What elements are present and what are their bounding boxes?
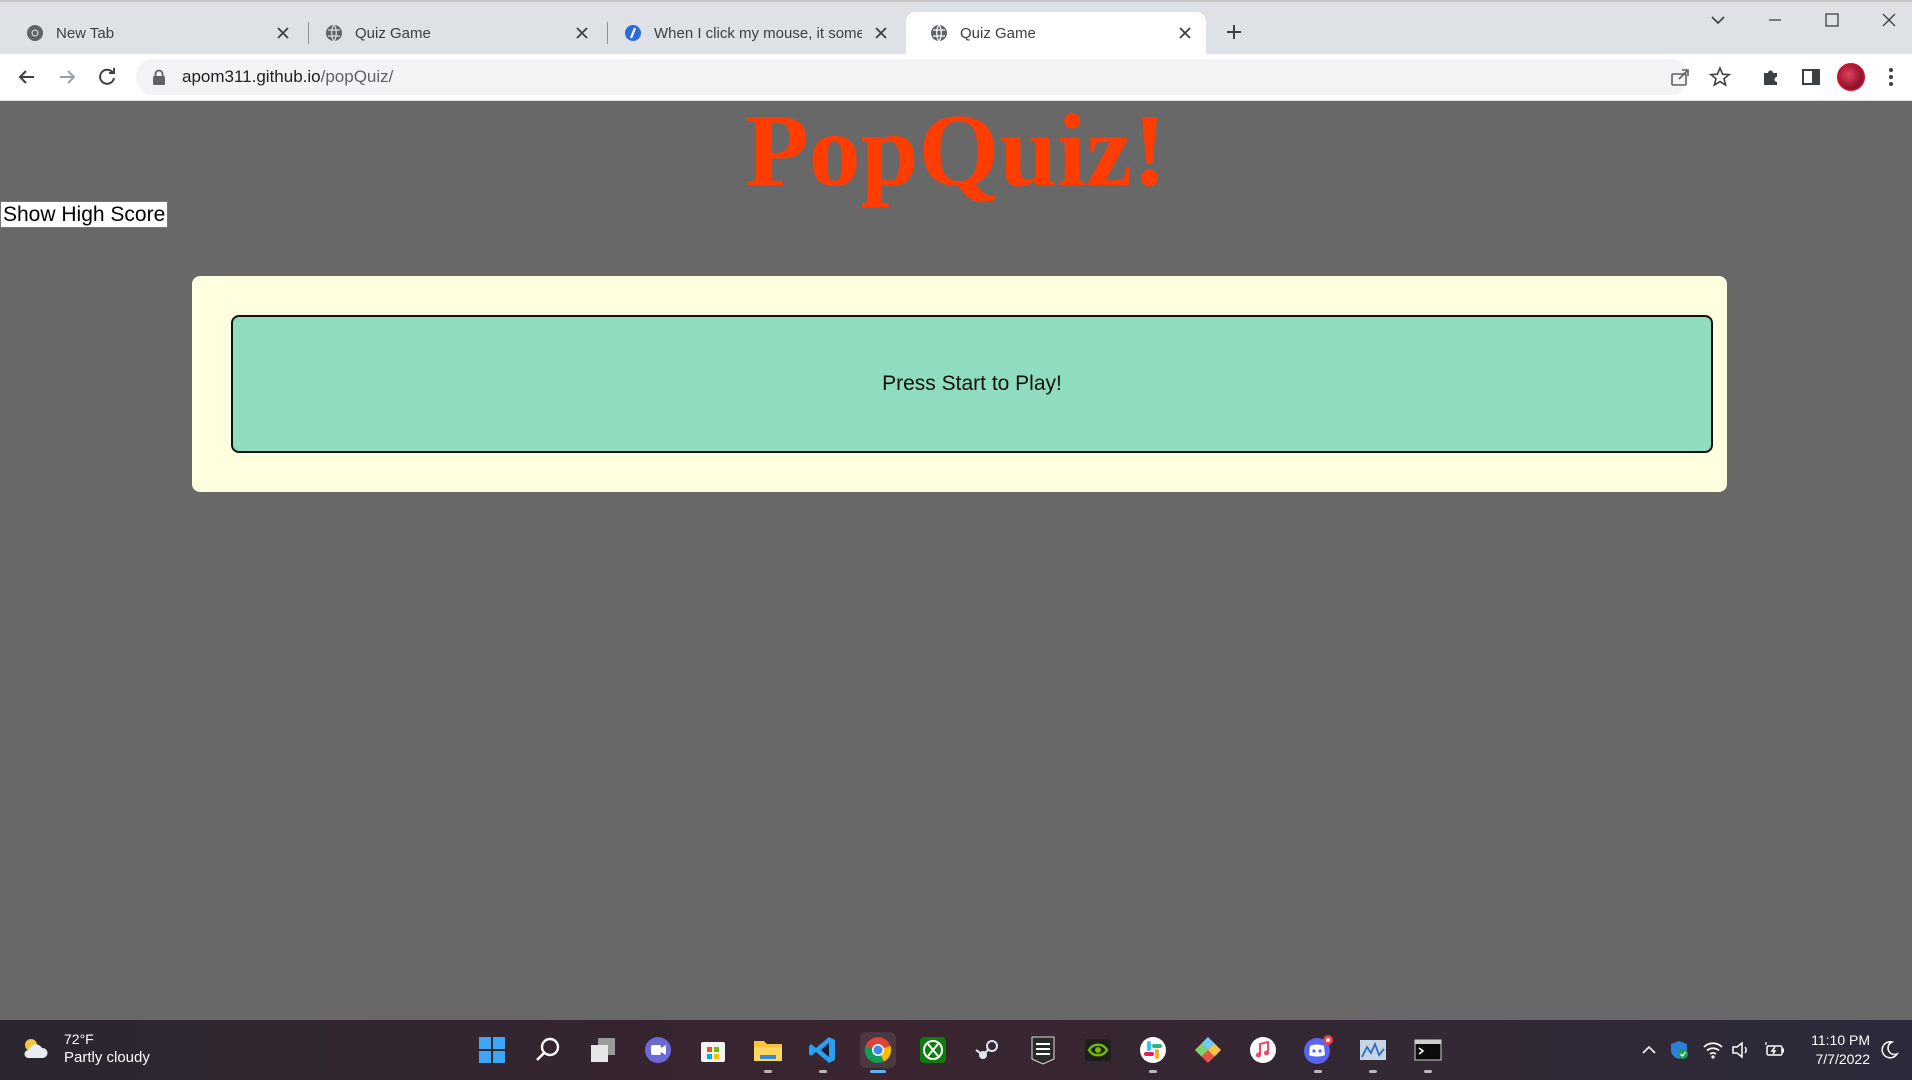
nvidia-icon[interactable]	[1080, 1032, 1116, 1068]
steam-glyph	[975, 1040, 998, 1059]
resource-monitor-icon[interactable]	[1355, 1032, 1391, 1073]
browser-tab-strip: New Tab Quiz Game When I click my mouse,…	[0, 0, 1912, 54]
tab-title: When I click my mouse, it someti	[654, 24, 862, 42]
url-host: apom311.github.io	[182, 67, 321, 86]
vscode-icon[interactable]	[805, 1032, 841, 1073]
tab-title: Quiz Game	[355, 24, 431, 42]
close-icon[interactable]	[274, 24, 292, 42]
discord-glyph	[1304, 1035, 1333, 1064]
system-clock[interactable]: 11:10 PM 7/7/2022	[1796, 1031, 1870, 1069]
weather-temperature: 72°F	[64, 1031, 94, 1047]
taskbar: 72°F Partly cloudy 11:10 PM 7/7/2022	[0, 1020, 1912, 1080]
globe-icon	[326, 24, 342, 42]
git-glyph	[1195, 1037, 1221, 1063]
url-path: /popQuiz/	[320, 67, 394, 86]
forward-arrow-icon[interactable]	[54, 64, 80, 90]
tab-microsoft-answers[interactable]: When I click my mouse, it someti	[600, 12, 902, 54]
teams-chat-icon[interactable]	[640, 1032, 676, 1068]
file-explorer-icon[interactable]	[750, 1032, 786, 1073]
tab-new-tab[interactable]: New Tab	[2, 12, 304, 54]
defender-shield-icon[interactable]	[1668, 1039, 1690, 1061]
epic-glyph	[1031, 1036, 1055, 1065]
night-light-moon-icon[interactable]	[1878, 1039, 1900, 1061]
volume-icon[interactable]	[1730, 1039, 1752, 1061]
globe-icon	[931, 24, 947, 42]
start-logo	[479, 1037, 505, 1063]
task-view-glyph	[591, 1038, 615, 1062]
slack-glyph	[1140, 1037, 1166, 1063]
close-icon[interactable]	[573, 24, 591, 42]
back-arrow-icon[interactable]	[14, 64, 40, 90]
git-app-icon[interactable]	[1190, 1032, 1226, 1068]
running-indicator	[819, 1070, 827, 1073]
chrome-icon	[27, 25, 43, 41]
start-prompt-text: Press Start to Play!	[882, 372, 1062, 395]
address-bar[interactable]: apom311.github.io/popQuiz/	[136, 59, 1731, 95]
running-indicator	[1314, 1070, 1322, 1073]
start-prompt-box[interactable]: Press Start to Play!	[231, 315, 1713, 453]
answers-icon	[625, 25, 641, 41]
share-icon[interactable]	[1669, 66, 1691, 88]
maximize-icon[interactable]	[1820, 8, 1844, 32]
weather-widget[interactable]: 72°F Partly cloudy	[20, 1030, 150, 1068]
slack-icon[interactable]	[1135, 1032, 1171, 1073]
weather-condition: Partly cloudy	[64, 1049, 150, 1066]
clock-date: 7/7/2022	[1815, 1051, 1871, 1067]
steam-icon[interactable]	[970, 1032, 1006, 1068]
partly-cloudy-icon	[24, 1039, 48, 1058]
xbox-icon[interactable]	[915, 1032, 951, 1068]
quiz-card: Press Start to Play!	[192, 276, 1727, 492]
wifi-icon[interactable]	[1702, 1039, 1724, 1061]
new-tab-icon[interactable]	[1222, 20, 1246, 44]
terminal-glyph	[1414, 1039, 1442, 1061]
tab-title: New Tab	[56, 24, 115, 42]
minimize-icon[interactable]	[1763, 8, 1787, 32]
tab-strip-accent	[0, 0, 1912, 2]
search-icon[interactable]	[530, 1032, 566, 1068]
battery-charging-icon[interactable]	[1764, 1039, 1786, 1061]
tab-quiz-game-active[interactable]: Quiz Game	[906, 12, 1206, 54]
tab-search-chevron-icon[interactable]	[1706, 8, 1730, 32]
lock-icon[interactable]	[150, 68, 168, 86]
more-menu-icon[interactable]	[1878, 64, 1904, 90]
extensions-puzzle-icon[interactable]	[1758, 64, 1784, 90]
web-page: PopQuiz! Show High Score Press Start to …	[0, 93, 1912, 1020]
running-indicator	[1369, 1070, 1377, 1073]
side-panel-icon[interactable]	[1798, 64, 1824, 90]
reload-icon[interactable]	[94, 64, 120, 90]
close-window-icon[interactable]	[1877, 8, 1901, 32]
close-icon[interactable]	[872, 24, 890, 42]
epic-games-icon[interactable]	[1025, 1032, 1061, 1068]
running-indicator	[870, 1070, 886, 1073]
itunes-icon[interactable]	[1245, 1032, 1281, 1068]
clock-time: 11:10 PM	[1811, 1032, 1870, 1048]
bookmark-star-icon[interactable]	[1709, 66, 1731, 88]
xbox-glyph	[920, 1037, 946, 1063]
profile-avatar[interactable]	[1837, 63, 1865, 91]
magnifier-glyph	[536, 1037, 560, 1061]
running-indicator	[1424, 1070, 1432, 1073]
chrome-taskbar-icon[interactable]	[860, 1032, 896, 1073]
vscode-glyph	[809, 1037, 835, 1063]
windows-start-icon[interactable]	[474, 1032, 510, 1068]
tab-quiz-game[interactable]: Quiz Game	[301, 12, 603, 54]
show-hidden-icons-chevron-icon[interactable]	[1638, 1039, 1660, 1061]
chrome-glyph	[864, 1037, 892, 1064]
running-indicator	[764, 1070, 772, 1073]
monitor-glyph	[1360, 1040, 1386, 1060]
nvidia-glyph	[1085, 1039, 1111, 1061]
folder-glyph	[754, 1041, 782, 1061]
discord-icon[interactable]	[1300, 1032, 1336, 1073]
page-title: PopQuiz!	[745, 93, 1167, 208]
close-icon[interactable]	[1176, 24, 1194, 42]
chat-glyph	[645, 1037, 671, 1063]
task-view-icon[interactable]	[585, 1032, 621, 1068]
running-indicator	[1149, 1070, 1157, 1073]
show-high-score-button[interactable]: Show High Score	[0, 201, 169, 228]
tab-title: Quiz Game	[960, 24, 1036, 42]
microsoft-store-icon[interactable]	[695, 1032, 731, 1068]
store-glyph	[701, 1042, 725, 1062]
terminal-icon[interactable]	[1410, 1032, 1446, 1073]
music-glyph	[1250, 1037, 1276, 1063]
